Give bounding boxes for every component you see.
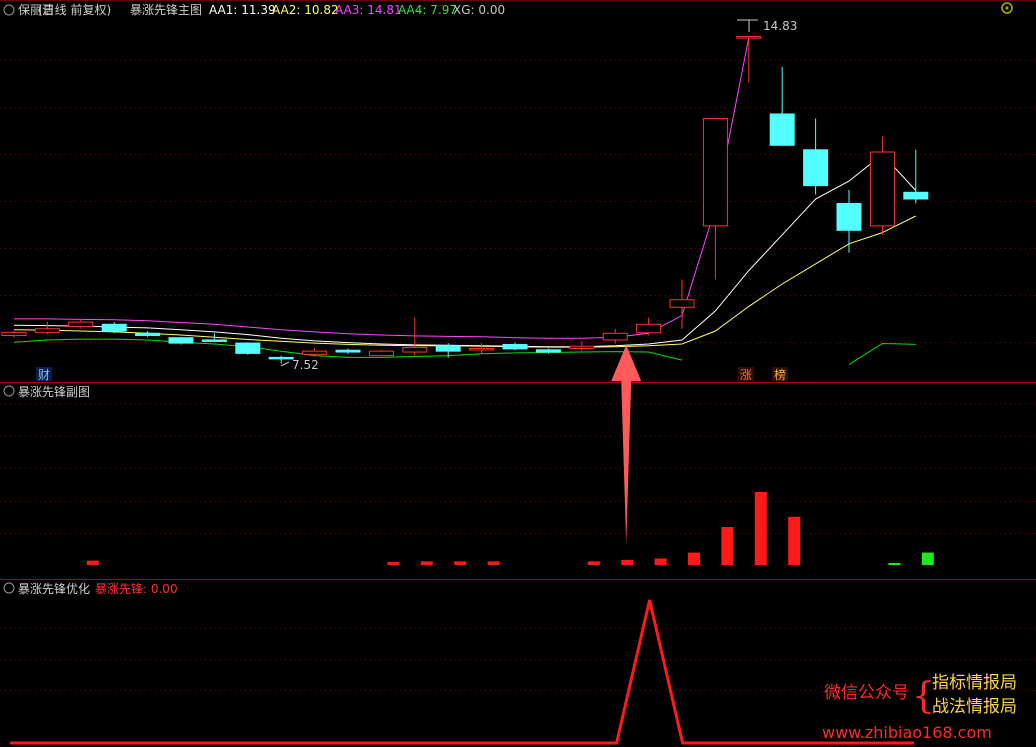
candle-body-24[interactable] (803, 149, 829, 187)
low-marker-line (280, 361, 290, 367)
watermark: 微信公众号 { 指标情报局 战法情报局 www.zhibiao168.com (822, 673, 1017, 742)
candle-body-11[interactable] (368, 350, 394, 357)
sub-bar-12 (888, 563, 901, 565)
candle-body-14[interactable] (469, 347, 495, 351)
candle-body-3[interactable] (101, 323, 127, 332)
gear-icon[interactable] (1001, 2, 1013, 14)
xg-value: XG: 0.00 (453, 3, 505, 17)
candle-body-22[interactable] (736, 36, 762, 39)
sub-bar-10 (754, 492, 767, 565)
opt-collapse-icon[interactable] (3, 582, 15, 594)
candlesticks[interactable] (1, 36, 929, 364)
sub-bar-11 (788, 516, 801, 565)
sub-bar-0 (86, 560, 99, 565)
candle-body-25[interactable] (836, 202, 862, 231)
candle-body-7[interactable] (235, 342, 261, 354)
aa3-value: AA3: 14.81 (335, 3, 402, 17)
sub-bar-4 (487, 561, 500, 565)
candle-body-27[interactable] (903, 191, 929, 200)
main-indicator-name[interactable]: 暴涨先锋主图 (130, 2, 202, 17)
high-price-label: 14.83 (763, 19, 797, 33)
candle-body-18[interactable] (602, 332, 628, 341)
candle-body-13[interactable] (435, 345, 461, 352)
aa4-value: AA4: 7.97 (398, 3, 457, 17)
candle-body-8[interactable] (268, 356, 294, 360)
sub-bar-7 (654, 558, 667, 565)
signal-arrow (611, 345, 642, 545)
low-price-label: 7.52 (292, 358, 319, 372)
watermark-line1: 指标情报局 (932, 673, 1017, 693)
sub-bar-2 (420, 561, 433, 565)
zhang-badge[interactable]: 涨 (740, 367, 752, 382)
watermark-wechat: 微信公众号 (824, 683, 909, 703)
sub-panel-bars (86, 492, 934, 565)
candle-body-6[interactable] (201, 339, 227, 342)
sub-panel-title[interactable]: 暴涨先锋副图 (18, 384, 90, 399)
candle-body-15[interactable] (502, 343, 528, 350)
signal-polyline (10, 599, 914, 745)
opt-panel-title[interactable]: 暴涨先锋优化 (18, 581, 90, 596)
sub-bar-6 (621, 559, 634, 565)
candle-body-5[interactable] (168, 337, 194, 344)
sub-bar-3 (454, 561, 467, 565)
signal-value: 暴涨先锋: 0.00 (95, 581, 178, 596)
aa3-line-seg-0 (14, 37, 750, 339)
watermark-line2: 战法情报局 (932, 697, 1017, 717)
signal-line (10, 599, 914, 745)
chart-canvas[interactable]: 14.83 7.52 财 涨 榜 保丽洁 (日线 前复权) 暴涨先锋主图 AA1… (0, 0, 1036, 747)
candle-body-19[interactable] (636, 323, 662, 334)
aa1-value: AA1: 11.39 (209, 3, 276, 17)
signal-arrow-shape (611, 345, 642, 545)
aa2-line-seg-0 (13, 215, 917, 348)
candle-body-23[interactable] (769, 113, 795, 146)
aa1-line-seg-0 (13, 153, 917, 348)
sub-bar-1 (387, 562, 400, 565)
sub-bar-9 (721, 527, 734, 565)
candle-body-2[interactable] (68, 321, 94, 328)
aa2-value: AA2: 10.82 (272, 3, 339, 17)
main-collapse-icon[interactable] (3, 4, 15, 16)
main-header: 保丽洁 (日线 前复权) 暴涨先锋主图 AA1: 11.39 AA2: 10.8… (18, 2, 505, 17)
candle-body-9[interactable] (302, 350, 328, 355)
candle-body-12[interactable] (402, 347, 428, 353)
sub-bar-13 (921, 552, 934, 565)
candle-body-0[interactable] (1, 331, 27, 336)
candle-body-10[interactable] (335, 349, 361, 353)
bang-badge[interactable]: 榜 (774, 367, 786, 382)
sub-collapse-icon[interactable] (3, 385, 15, 397)
period-label[interactable]: (日线 前复权) (38, 2, 111, 17)
sub-bar-5 (587, 561, 600, 565)
candle-body-1[interactable] (34, 328, 60, 333)
candle-body-17[interactable] (569, 345, 595, 349)
candle-body-20[interactable] (669, 299, 695, 308)
watermark-url: www.zhibiao168.com (822, 723, 992, 742)
candle-body-21[interactable] (702, 117, 728, 227)
opt-panel-header: 暴涨先锋优化 暴涨先锋: 0.00 (18, 581, 178, 596)
chart-window: 14.83 7.52 财 涨 榜 保丽洁 (日线 前复权) 暴涨先锋主图 AA1… (0, 0, 1036, 747)
candle-body-16[interactable] (535, 349, 561, 353)
candle-body-4[interactable] (135, 332, 161, 336)
aa4-line-seg-1 (848, 342, 916, 366)
finance-badge[interactable]: 财 (38, 368, 50, 382)
sub-bar-8 (688, 552, 700, 565)
candle-body-26[interactable] (869, 151, 895, 227)
